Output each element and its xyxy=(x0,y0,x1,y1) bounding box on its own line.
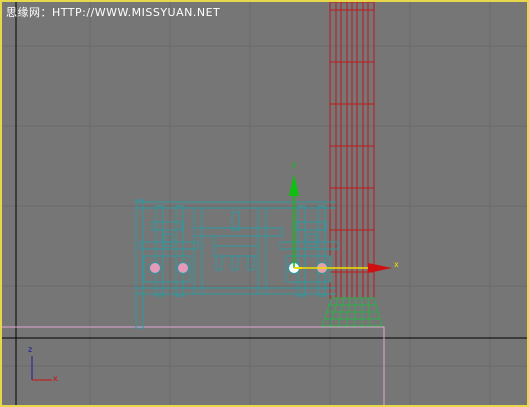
viewport-grid xyxy=(2,2,527,405)
viewport-scene[interactable]: y x z x xyxy=(2,2,527,405)
tripod-x-label: x xyxy=(53,374,58,383)
perspective-viewport[interactable]: y x z x 思缘网：HTTP://WWW.MISSYUAN.NET xyxy=(0,0,529,407)
column-base-mesh[interactable] xyxy=(321,297,383,327)
tripod-z-label: z xyxy=(28,345,32,354)
gizmo-y-arrow[interactable] xyxy=(289,174,299,196)
axis-tripod: z x xyxy=(28,345,58,383)
watermark-text: 思缘网：HTTP://WWW.MISSYUAN.NET xyxy=(6,6,221,19)
gizmo-x-label: x xyxy=(394,260,399,269)
gizmo-y-label: y xyxy=(292,160,297,169)
world-axes xyxy=(2,2,527,405)
railing-frame-wireframe[interactable] xyxy=(135,199,339,329)
gizmo-x-arrow[interactable] xyxy=(368,263,392,273)
